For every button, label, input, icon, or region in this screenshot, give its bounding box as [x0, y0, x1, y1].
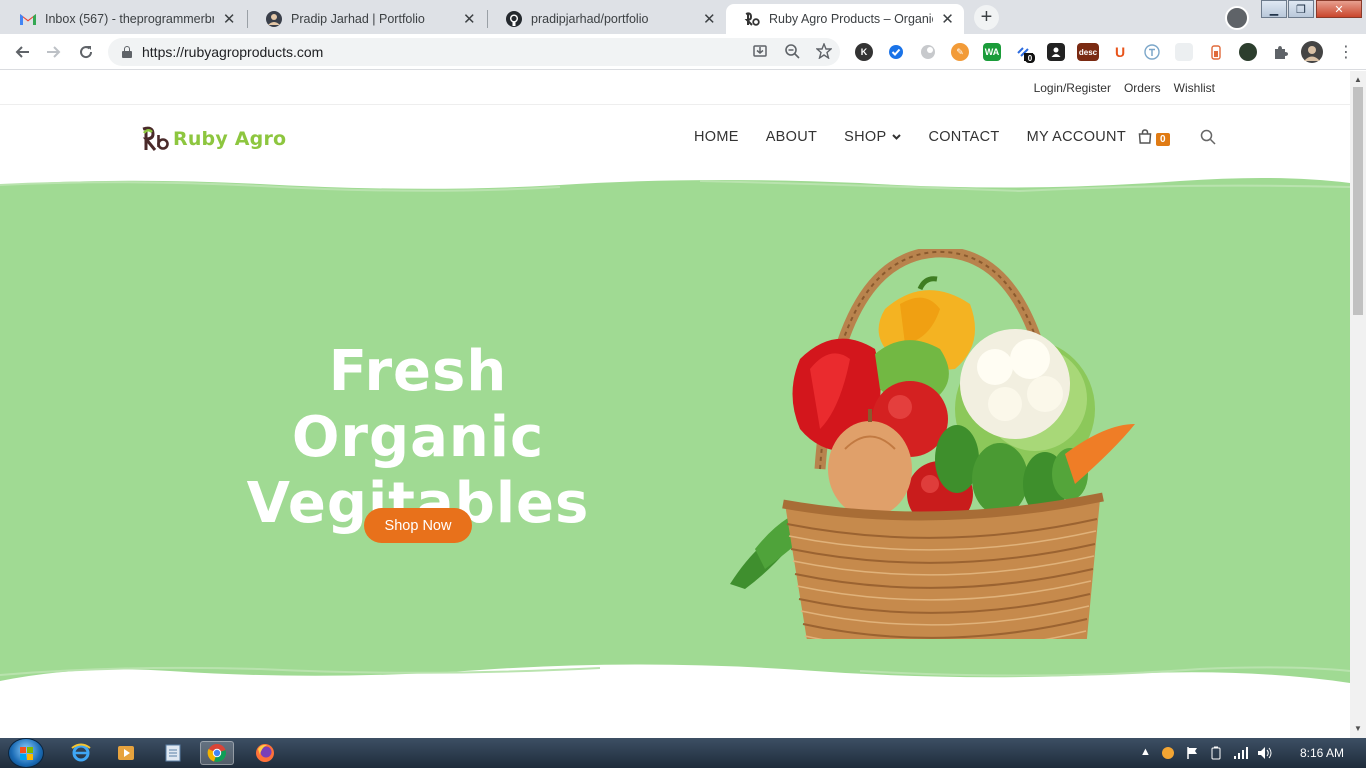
new-tab-button[interactable]: + [974, 5, 999, 30]
action-center-flag-icon[interactable] [1186, 746, 1198, 760]
volume-icon[interactable] [1257, 746, 1273, 760]
nav-contact[interactable]: CONTACT [928, 129, 999, 145]
nav-my-account[interactable]: MY ACCOUNT [1027, 129, 1126, 145]
start-button[interactable] [8, 738, 44, 768]
github-icon [506, 11, 522, 27]
cart-count-badge: 0 [1156, 132, 1170, 146]
firefox-icon[interactable] [248, 741, 282, 765]
site-logo[interactable]: Ruby Agro [140, 125, 286, 153]
extensions-puzzle-icon[interactable] [1271, 43, 1289, 61]
address-bar[interactable]: https://rubyagroproducts.com [108, 38, 840, 66]
maximize-button[interactable]: ❐ [1288, 0, 1314, 18]
extension-grey-icon[interactable] [919, 43, 937, 61]
extension-badge: 0 [1025, 53, 1035, 63]
tray-app-icon[interactable] [1161, 746, 1174, 760]
show-hidden-icons-arrow[interactable]: ▲ [1140, 746, 1152, 760]
ruby-agro-logo-icon [140, 125, 170, 153]
windows-taskbar: ▲ 8:16 AM [0, 738, 1366, 768]
system-clock[interactable]: 8:16 AM [1300, 746, 1344, 760]
chrome-taskbar-icon[interactable] [200, 741, 234, 765]
extension-orange-icon[interactable]: ✎ [951, 43, 969, 61]
battery-icon[interactable] [1211, 746, 1223, 760]
notepad-icon[interactable] [156, 741, 190, 765]
ruby-agro-icon [744, 11, 760, 27]
extension-avatar-icon[interactable] [1239, 43, 1257, 61]
nav-shop-label: SHOP [844, 129, 887, 145]
close-tab-icon[interactable]: ✕ [222, 10, 236, 28]
cart-button[interactable]: 0 [1138, 129, 1170, 149]
tab-ruby-agro[interactable]: Ruby Agro Products – Organic ve ✕ [726, 4, 964, 34]
shopping-bag-icon [1138, 129, 1152, 149]
browser-tab-strip: Inbox (567) - theprogrammerbro ✕ Pradip … [0, 0, 1366, 34]
extension-u-icon[interactable]: U [1111, 43, 1129, 61]
extension-wa-icon[interactable]: WA [983, 43, 1001, 61]
forward-arrow-icon[interactable] [42, 41, 66, 63]
search-icon[interactable] [1200, 129, 1216, 150]
extension-battery-icon[interactable] [1207, 43, 1225, 61]
orders-link[interactable]: Orders [1124, 81, 1161, 95]
tab-portfolio[interactable]: Pradip Jarhad | Portfolio ✕ [248, 4, 486, 34]
scroll-up-arrow-icon[interactable]: ▲ [1354, 75, 1362, 84]
login-register-link[interactable]: Login/Register [1034, 81, 1111, 95]
scroll-down-arrow-icon[interactable]: ▼ [1354, 724, 1362, 733]
back-arrow-icon[interactable] [10, 41, 34, 63]
chevron-down-icon [892, 132, 902, 143]
web-page: Login/Register Orders Wishlist Ruby Agro… [0, 71, 1350, 738]
hero-title-line-1: Fresh Organic [291, 339, 545, 470]
nav-shop[interactable]: SHOP [844, 129, 902, 145]
main-navigation: HOME ABOUT SHOP CONTACT MY ACCOUNT [694, 129, 1153, 145]
internet-explorer-icon[interactable] [64, 741, 98, 765]
extension-square-icon[interactable] [1175, 43, 1193, 61]
extension-desc-icon[interactable]: desc [1077, 43, 1099, 61]
top-utility-links: Login/Register Orders Wishlist [1034, 81, 1215, 95]
network-signal-icon[interactable] [1233, 746, 1249, 760]
extension-check-icon[interactable] [887, 43, 905, 61]
reload-icon[interactable] [74, 41, 98, 63]
nav-about[interactable]: ABOUT [766, 129, 817, 145]
nav-home[interactable]: HOME [694, 129, 739, 145]
media-player-icon[interactable] [109, 741, 143, 765]
window-close-button[interactable]: ✕ [1316, 0, 1362, 18]
bookmark-star-icon[interactable] [815, 42, 833, 62]
divider [0, 104, 1350, 105]
browser-toolbar: https://rubyagroproducts.com K ✎ WA 0 de… [0, 34, 1366, 70]
extension-k-icon[interactable]: K [855, 43, 873, 61]
profile-avatar-icon[interactable] [1301, 41, 1323, 63]
shop-now-button[interactable]: Shop Now [364, 508, 472, 543]
close-tab-icon[interactable]: ✕ [463, 10, 476, 28]
extension-t-icon[interactable] [1143, 43, 1161, 61]
extension-contacts-icon[interactable] [1047, 43, 1065, 61]
zoom-icon[interactable] [784, 43, 800, 62]
close-tab-icon[interactable]: ✕ [703, 10, 716, 28]
minimize-button[interactable]: ▁ [1261, 0, 1287, 18]
install-app-icon[interactable] [752, 43, 768, 62]
gmail-icon [20, 11, 36, 27]
lock-icon[interactable] [122, 46, 132, 58]
logo-text: Ruby Agro [173, 128, 287, 150]
scrollbar-thumb[interactable] [1353, 87, 1363, 315]
tab-search-icon[interactable] [1225, 6, 1249, 30]
page-scrollbar[interactable]: ▲ ▼ [1350, 71, 1366, 738]
url-text[interactable]: https://rubyagroproducts.com [142, 44, 323, 60]
avatar-icon [266, 11, 282, 27]
tab-gmail[interactable]: Inbox (567) - theprogrammerbro ✕ [2, 4, 246, 34]
wishlist-link[interactable]: Wishlist [1174, 81, 1215, 95]
browser-menu-icon[interactable]: ⋮ [1334, 41, 1358, 63]
tab-github[interactable]: pradipjarhad/portfolio ✕ [488, 4, 726, 34]
vegetable-basket-image [730, 249, 1135, 639]
close-tab-icon[interactable]: ✕ [941, 10, 954, 28]
